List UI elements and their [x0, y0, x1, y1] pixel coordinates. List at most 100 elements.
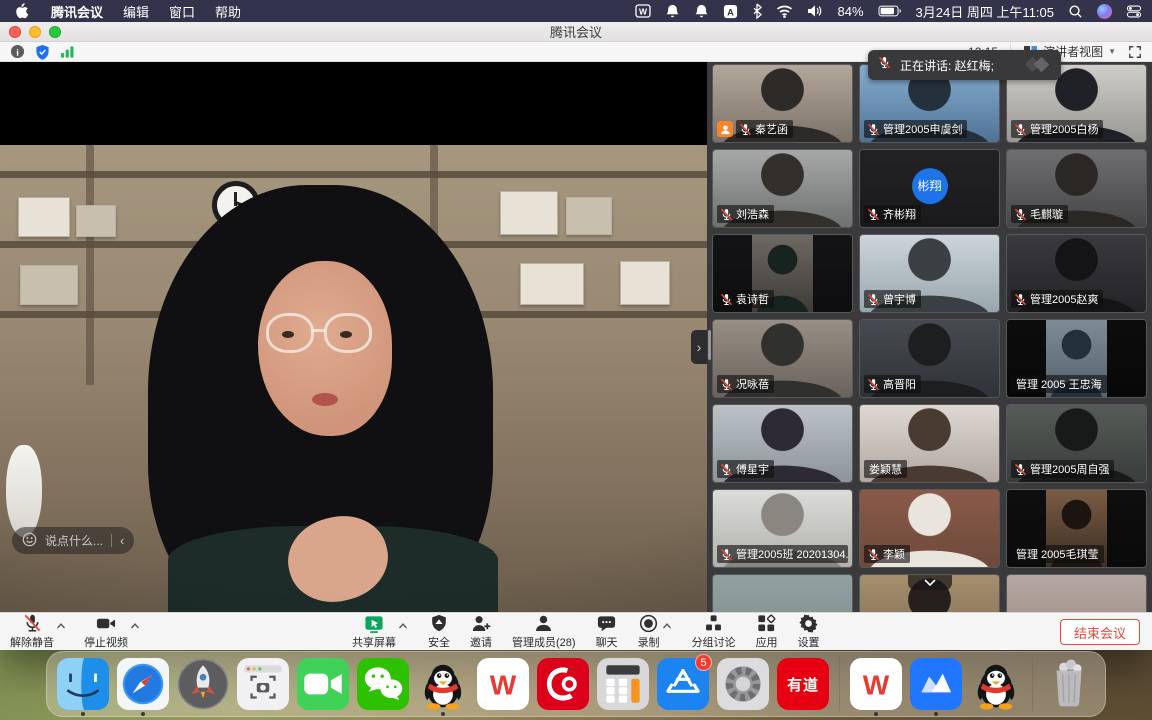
wifi-icon[interactable]: [776, 4, 793, 18]
participant-tile-管理 2005毛琪莹[interactable]: 管理 2005毛琪莹: [1006, 489, 1147, 568]
dock-trash-icon[interactable]: [1043, 658, 1095, 710]
dock-safari-icon[interactable]: [117, 658, 169, 710]
dock-screenshot-icon[interactable]: [237, 658, 289, 710]
dock-appstore-icon[interactable]: 5: [657, 658, 709, 710]
toolbar-item-wrap: 管理成员(28): [512, 613, 576, 650]
toolbar-share-screen-button[interactable]: 共享屏幕: [352, 613, 396, 650]
dock-qq-icon[interactable]: [417, 658, 469, 710]
participant-label-row: 管理2005赵爽: [1011, 290, 1142, 308]
expand-tile-chevron-icon[interactable]: [908, 575, 952, 590]
participant-name-pill: 毛麒璇: [1011, 205, 1068, 223]
apple-menu-icon[interactable]: [10, 3, 37, 19]
participant-tile-娄颖慧[interactable]: 娄颖慧: [859, 404, 1000, 483]
toolbar-chevron-up-icon[interactable]: [56, 617, 66, 635]
wps-status-icon[interactable]: W: [635, 3, 651, 19]
window-title: 腾讯会议: [0, 22, 1152, 41]
battery-icon[interactable]: [878, 4, 902, 18]
dock-facetime-icon[interactable]: [297, 658, 349, 710]
fullscreen-icon[interactable]: [1128, 45, 1142, 59]
participant-tile-袁诗哲[interactable]: 袁诗哲: [712, 234, 853, 313]
menu-item-4[interactable]: 帮助: [205, 2, 251, 21]
dock-youdao-icon[interactable]: 有道: [777, 658, 829, 710]
quick-chat-input[interactable]: 说点什么... ‹: [12, 527, 134, 554]
participant-tile-傅星宇[interactable]: 傅星宇: [712, 404, 853, 483]
toolbar-gear-button[interactable]: 设置: [798, 613, 820, 650]
collapse-grid-handle[interactable]: ›: [691, 330, 707, 364]
gear-icon: [798, 613, 819, 633]
dock-divider: [839, 657, 840, 711]
participant-tile-管理2005周自强[interactable]: 管理2005周自强: [1006, 404, 1147, 483]
notification-bell-2-icon[interactable]: [694, 3, 709, 19]
toolbar-apps-button[interactable]: 应用: [756, 613, 778, 650]
volume-icon[interactable]: [807, 4, 823, 18]
running-indicator-dot: [934, 712, 938, 716]
siri-icon[interactable]: [1097, 4, 1112, 19]
toolbar-chevron-up-icon[interactable]: [398, 617, 408, 635]
toolbar-item-wrap: 安全: [428, 613, 450, 650]
toolbar-members-button[interactable]: 管理成员(28): [512, 613, 576, 650]
dock-qq-icon[interactable]: [970, 658, 1022, 710]
menu-item-3[interactable]: 窗口: [159, 2, 205, 21]
main-speaker-video[interactable]: 说点什么... ‹ ›: [0, 62, 707, 612]
participant-label-row: 李颖: [864, 545, 995, 563]
participant-name-pill: 管理2005班 20201304...: [717, 545, 848, 563]
participant-tile-李颖[interactable]: 李颖: [859, 489, 1000, 568]
participant-tile-况咏蓓[interactable]: 况咏蓓: [712, 319, 853, 398]
participant-tile-管理2005班 20201304...[interactable]: 管理2005班 20201304...: [712, 489, 853, 568]
participant-tile-partial-21[interactable]: [1006, 574, 1147, 612]
participant-tile-管理 2005 王忠海[interactable]: 管理 2005 王忠海: [1006, 319, 1147, 398]
dock-wemeet-icon[interactable]: [910, 658, 962, 710]
dock-netease-icon[interactable]: [537, 658, 589, 710]
toolbar-invite-button[interactable]: 邀请: [470, 613, 492, 650]
participant-label-row: 傅星宇: [717, 460, 848, 478]
emoji-icon[interactable]: [22, 532, 37, 550]
participant-label-row: 刘浩森: [717, 205, 848, 223]
collapse-chat-icon[interactable]: ‹: [120, 533, 124, 548]
toolbar-record-button[interactable]: 录制: [638, 613, 660, 650]
participant-name-pill: 秦艺函: [736, 120, 793, 138]
toolbar-shield-button[interactable]: 安全: [428, 613, 450, 650]
dock-launchpad-icon[interactable]: [177, 658, 229, 710]
participant-tile-partial-19[interactable]: [712, 574, 853, 612]
participant-tile-曾宇博[interactable]: 曾宇博: [859, 234, 1000, 313]
participant-tile-刘浩森[interactable]: 刘浩森: [712, 149, 853, 228]
toolbar-camera-button[interactable]: 停止视频: [84, 613, 128, 650]
toolbar-label: 管理成员(28): [512, 634, 576, 650]
window-title-bar: 腾讯会议: [0, 22, 1152, 42]
toolbar-chevron-up-icon[interactable]: [130, 617, 140, 635]
invite-icon: [470, 613, 492, 633]
toolbar-chevron-up-icon[interactable]: [662, 617, 672, 635]
input-source-icon[interactable]: A: [723, 4, 738, 19]
participant-tile-秦艺函[interactable]: 秦艺函: [712, 64, 853, 143]
dock-calculator-icon[interactable]: [597, 658, 649, 710]
control-center-icon[interactable]: [1126, 4, 1142, 19]
participant-tile-齐彬翔[interactable]: 彬翔齐彬翔: [859, 149, 1000, 228]
dock-wechat-icon[interactable]: [357, 658, 409, 710]
menu-item-1[interactable]: 腾讯会议: [41, 2, 113, 21]
dock-wps-icon[interactable]: W: [850, 658, 902, 710]
camera-icon: [95, 613, 117, 633]
participant-tile-高晋阳[interactable]: 高晋阳: [859, 319, 1000, 398]
toolbar-mic-muted-button[interactable]: 解除静音: [10, 613, 54, 650]
toolbar-chat-button[interactable]: 聊天: [596, 613, 618, 650]
menu-item-2[interactable]: 编辑: [113, 2, 159, 21]
participant-tile-管理2005赵爽[interactable]: 管理2005赵爽: [1006, 234, 1147, 313]
toolbar-label: 分组讨论: [692, 634, 736, 650]
end-meeting-button[interactable]: 结束会议: [1060, 619, 1140, 645]
meeting-info-icon[interactable]: i: [10, 44, 25, 59]
speaking-toast-text: 正在讲话: 赵红梅;: [900, 57, 994, 74]
dock-settings-icon[interactable]: [717, 658, 769, 710]
toolbar-breakout-button[interactable]: 分组讨论: [692, 613, 736, 650]
grid-scrollbar[interactable]: [708, 330, 711, 360]
spotlight-icon[interactable]: [1068, 4, 1083, 19]
bluetooth-icon[interactable]: [752, 3, 762, 19]
dock-wps-icon[interactable]: W: [477, 658, 529, 710]
notification-bell-icon[interactable]: [665, 3, 680, 19]
participant-name-pill: 曾宇博: [864, 290, 921, 308]
participant-tile-partial-20[interactable]: [859, 574, 1000, 612]
toolbar-label: 录制: [638, 634, 660, 650]
participant-name: 袁诗哲: [736, 291, 769, 307]
dock-finder-icon[interactable]: [57, 658, 109, 710]
participant-tile-毛麒璇[interactable]: 毛麒璇: [1006, 149, 1147, 228]
meeting-health-shield-icon[interactable]: [35, 44, 50, 60]
